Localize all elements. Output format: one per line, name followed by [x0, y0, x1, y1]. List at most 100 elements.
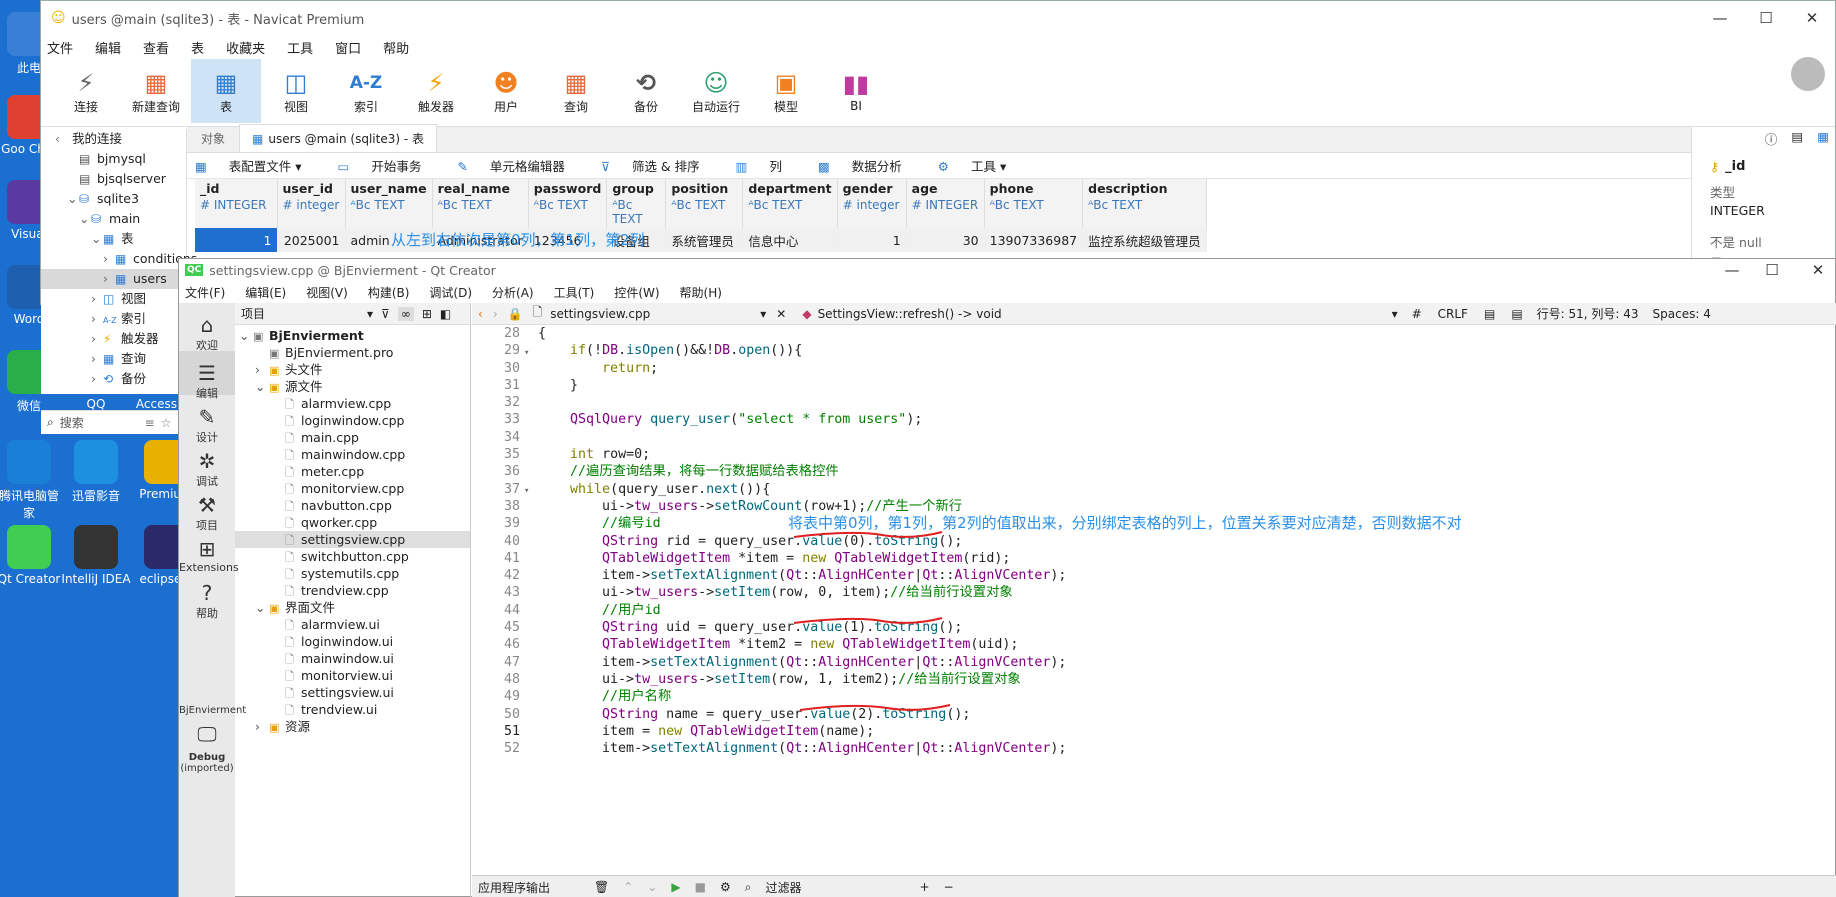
- forward-icon[interactable]: ›: [493, 307, 498, 321]
- mode-6[interactable]: ? 帮助: [179, 571, 235, 620]
- table-tool-button[interactable]: ▥ 列: [736, 156, 800, 175]
- add-icon[interactable]: +: [919, 880, 929, 894]
- project-tree-item[interactable]: 🗋 trendview.cpp: [235, 582, 470, 599]
- mode-4[interactable]: ⚒ 项目: [179, 483, 235, 532]
- project-tree-item[interactable]: ⌄ ▣ BjEnvierment: [235, 327, 470, 344]
- project-tree-item[interactable]: 🗋 alarmview.cpp: [235, 395, 470, 412]
- project-tree-item[interactable]: 🗋 settingsview.ui: [235, 684, 470, 701]
- tree-item[interactable]: › ◫ 视图: [41, 289, 186, 309]
- qt-menu-item[interactable]: 分析(A): [492, 284, 534, 301]
- star-icon[interactable]: ☆: [161, 416, 172, 430]
- output-pane-title[interactable]: 应用程序输出: [478, 879, 550, 896]
- project-tree-item[interactable]: 🗋 monitorview.cpp: [235, 480, 470, 497]
- column-header[interactable]: age # INTEGER: [906, 179, 985, 228]
- expand-icon[interactable]: ⌄: [255, 599, 269, 616]
- expand-icon[interactable]: ⌄: [239, 327, 253, 344]
- qt-close-button[interactable]: ✕: [1795, 259, 1836, 281]
- format-icon[interactable]: ▤: [1511, 307, 1522, 321]
- doc-icon[interactable]: ▤: [1484, 307, 1495, 321]
- qt-menu-item[interactable]: 控件(W): [614, 284, 659, 301]
- qt-menu-item[interactable]: 编辑(E): [245, 284, 286, 301]
- column-header[interactable]: real_name ᴬBc TEXT: [432, 179, 529, 228]
- column-header[interactable]: gender # integer: [837, 179, 907, 228]
- table-cell[interactable]: 1: [837, 228, 907, 252]
- function-combo-arrow-icon[interactable]: ▾: [1392, 307, 1398, 321]
- tree-collapse-icon[interactable]: ‹: [55, 131, 60, 146]
- toolbar-button[interactable]: ☺ 自动运行: [681, 59, 751, 123]
- desktop-icon[interactable]: Qt Creator: [0, 525, 64, 586]
- expand-icon[interactable]: ›: [103, 249, 115, 269]
- lock-icon[interactable]: 🔒: [508, 307, 523, 321]
- expand-icon[interactable]: ›: [255, 361, 269, 378]
- close-file-icon[interactable]: ✕: [776, 307, 786, 321]
- maximize-button[interactable]: ☐: [1743, 1, 1789, 35]
- stop-icon[interactable]: ■: [695, 880, 706, 894]
- toolbar-button[interactable]: ⟲ 备份: [611, 59, 681, 123]
- user-avatar[interactable]: [1791, 57, 1825, 91]
- project-tree-item[interactable]: 🗋 qworker.cpp: [235, 514, 470, 531]
- menu-item[interactable]: 工具: [287, 38, 313, 57]
- desktop-icon[interactable]: IntelliJ IDEA: [61, 525, 131, 586]
- table-cell[interactable]: 系统管理员: [665, 228, 744, 252]
- table-tool-button[interactable]: ▩ 数据分析: [818, 156, 920, 175]
- table-cell[interactable]: 监控系统超级管理员: [1082, 228, 1207, 252]
- toolbar-button[interactable]: ▦ 新建查询: [121, 59, 191, 123]
- clear-icon[interactable]: 🗑: [594, 880, 609, 894]
- hash-indicator[interactable]: #: [1412, 307, 1422, 321]
- table-cell[interactable]: 30: [906, 228, 985, 252]
- tree-search[interactable]: ⌕ 搜索 ≡ ☆ ⤡: [41, 410, 187, 434]
- expand-icon[interactable]: ›: [91, 349, 103, 369]
- eol-indicator[interactable]: CRLF: [1438, 307, 1468, 321]
- file-combo-arrow-icon[interactable]: ▾: [760, 307, 766, 321]
- expand-icon[interactable]: ›: [103, 269, 115, 289]
- mode-5[interactable]: ⊞ Extensions: [179, 527, 239, 574]
- qt-menu-item[interactable]: 帮助(H): [680, 284, 722, 301]
- toolbar-button[interactable]: A-Z 索引: [331, 59, 401, 123]
- column-header[interactable]: position ᴬBc TEXT: [665, 179, 744, 228]
- function-combo[interactable]: SettingsView::refresh() -> void: [818, 307, 1392, 321]
- project-tree-item[interactable]: ⌄ ▣ 源文件: [235, 378, 470, 395]
- project-tree-item[interactable]: › ▣ 头文件: [235, 361, 470, 378]
- column-header[interactable]: user_name ᴬBc TEXT: [345, 179, 433, 228]
- project-tree-item[interactable]: 🗋 navbutton.cpp: [235, 497, 470, 514]
- run-icon[interactable]: ▶: [671, 880, 680, 894]
- file-combo[interactable]: settingsview.cpp: [550, 307, 760, 321]
- tree-item[interactable]: › A-Z 索引: [41, 309, 186, 329]
- kit-selector[interactable]: BjEnvierment 🖵 Debug (imported): [179, 699, 246, 849]
- toolbar-button[interactable]: ▣ 模型: [751, 59, 821, 123]
- tree-item[interactable]: ▤ bjmysql: [41, 149, 186, 169]
- column-header[interactable]: user_id # integer: [277, 179, 346, 228]
- tree-item[interactable]: › ▦ users: [41, 269, 186, 289]
- table-tool-button[interactable]: ▦ 表配置文件 ▾: [195, 156, 320, 175]
- project-tree-item[interactable]: 🗋 switchbutton.cpp: [235, 548, 470, 565]
- table-tool-button[interactable]: ▭ 开始事务: [338, 156, 440, 175]
- project-tree-item[interactable]: 🗋 loginwindow.cpp: [235, 412, 470, 429]
- indent-indicator[interactable]: Spaces: 4: [1653, 307, 1711, 321]
- qt-menu-item[interactable]: 构建(B): [368, 284, 410, 301]
- project-tree-item[interactable]: ▣ BjEnvierment.pro: [235, 344, 470, 361]
- qt-menu-item[interactable]: 文件(F): [185, 284, 225, 301]
- tab-users-table[interactable]: ▦ users @main (sqlite3) - 表: [239, 124, 437, 152]
- down-icon[interactable]: ⌄: [647, 880, 657, 894]
- project-combo[interactable]: 项目: [241, 305, 359, 322]
- filter-icon[interactable]: ⊽: [381, 307, 390, 321]
- table-tool-button[interactable]: ⊽ 筛选 & 排序: [601, 156, 718, 175]
- expand-icon[interactable]: ⌄: [67, 189, 79, 209]
- info-icon[interactable]: ⓘ: [1765, 129, 1778, 148]
- column-header[interactable]: phone ᴬBc TEXT: [984, 179, 1084, 228]
- tree-item[interactable]: › ▦ conditions: [41, 249, 197, 269]
- qt-menu-item[interactable]: 视图(V): [306, 284, 348, 301]
- mode-2[interactable]: ✎ 设计: [179, 395, 235, 444]
- expand-icon[interactable]: ›: [255, 718, 269, 735]
- menu-item[interactable]: 帮助: [383, 38, 409, 57]
- table-cell[interactable]: 1: [195, 228, 278, 252]
- tree-item[interactable]: ⌄ ⛁ sqlite3: [41, 189, 186, 209]
- project-tree-item[interactable]: ⌄ ▣ 界面文件: [235, 599, 470, 616]
- tree-item[interactable]: › ⚡ 触发器: [41, 329, 186, 349]
- table-cell[interactable]: 13907336987: [984, 228, 1084, 252]
- expand-icon[interactable]: ›: [91, 289, 103, 309]
- expand-icon[interactable]: ›: [91, 309, 103, 329]
- desktop-icon[interactable]: 迅雷影音: [61, 440, 131, 504]
- project-tree-item[interactable]: 🗋 alarmview.ui: [235, 616, 470, 633]
- menu-item[interactable]: 查看: [143, 38, 169, 57]
